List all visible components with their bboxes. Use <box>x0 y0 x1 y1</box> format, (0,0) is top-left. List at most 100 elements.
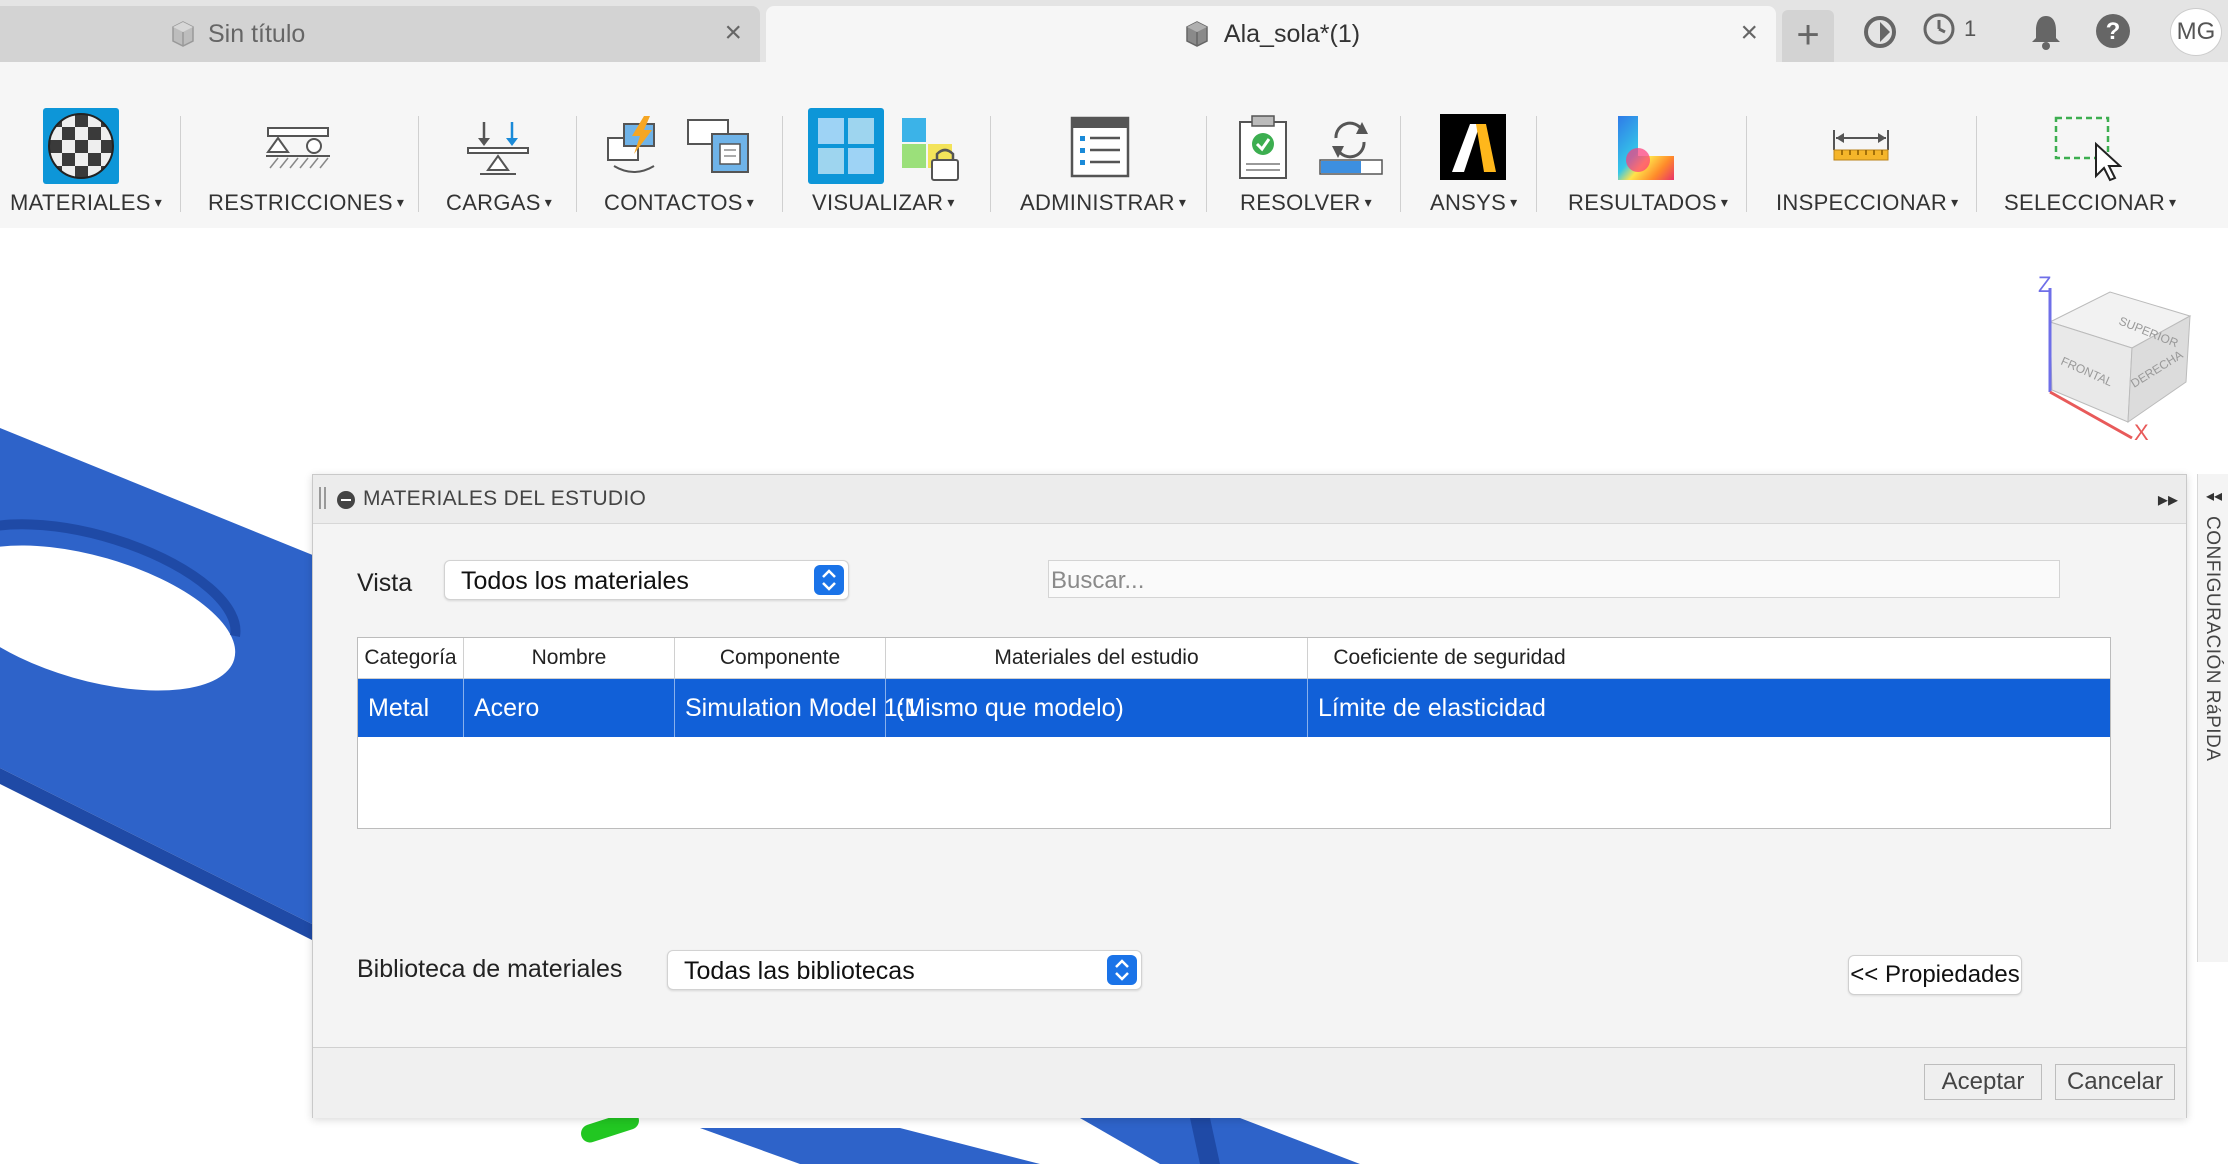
ribbon-divider <box>180 116 181 212</box>
select-stepper-icon <box>814 565 844 595</box>
ribbon-label[interactable]: RESTRICCIONES ▾ <box>208 190 404 216</box>
close-tab-icon[interactable]: × <box>724 18 742 48</box>
tab-title: Sin título <box>208 19 306 48</box>
material-sphere-icon[interactable] <box>43 108 119 184</box>
constraints-icon <box>266 127 330 169</box>
axis-x-label: X <box>2134 420 2149 442</box>
ribbon-label[interactable]: ANSYS ▾ <box>1430 190 1517 216</box>
ribbon-divider <box>1976 116 1977 212</box>
ribbon-label[interactable]: ADMINISTRAR ▾ <box>1020 190 1186 216</box>
user-avatar[interactable]: MG <box>2170 8 2222 56</box>
design-cube-icon <box>1186 21 1208 47</box>
job-count: 1 <box>1964 16 1977 41</box>
tab-title: Ala_sola*(1) <box>1223 19 1361 48</box>
select-icon <box>2054 116 2122 182</box>
ribbon-group-cargas[interactable]: CARGAS ▾ <box>420 62 576 228</box>
tab-bar: Sin título × Ala_sola*(1) × + 1 ? MG <box>0 0 2228 62</box>
pre-check-icon <box>1239 115 1287 179</box>
ribbon-divider <box>1206 116 1207 212</box>
quick-setup-panel[interactable]: ◂◂ CONFIGURACIÓN RáPIDA <box>2197 474 2228 962</box>
table-header: Categoría Nombre Componente Materiales d… <box>358 638 2110 679</box>
view-select[interactable]: Todos los materiales <box>444 560 849 600</box>
ribbon-label[interactable]: CARGAS ▾ <box>446 190 552 216</box>
quick-setup-label: CONFIGURACIÓN RáPIDA <box>2202 516 2223 762</box>
ribbon-divider <box>1746 116 1747 212</box>
sync-status-icon[interactable] <box>1860 12 1900 52</box>
toolbar-ribbon: MATERIALES ▾ RESTRICCIONES ▾ CARGAS ▾ CO… <box>0 62 2228 229</box>
results-icon <box>1618 116 1674 180</box>
ok-button[interactable]: Aceptar <box>1924 1064 2042 1100</box>
ribbon-label[interactable]: RESOLVER ▾ <box>1240 190 1372 216</box>
cancel-button[interactable]: Cancelar <box>2055 1064 2175 1100</box>
ribbon-group-contactos[interactable]: CONTACTOS ▾ <box>578 62 782 228</box>
column-header[interactable]: Materiales del estudio <box>886 638 1308 678</box>
table-cell[interactable]: Acero <box>464 679 675 737</box>
table-row[interactable]: Metal Acero Simulation Model 1:1 (Mismo … <box>358 679 2110 737</box>
expand-icon[interactable]: ▸▸ <box>2158 487 2178 512</box>
dialog-footer: Aceptar Cancelar <box>313 1047 2186 1118</box>
ribbon-divider <box>576 116 577 212</box>
library-label: Biblioteca de materiales <box>357 955 623 983</box>
tab-ala-sola[interactable]: Ala_sola*(1) × <box>766 6 1776 62</box>
column-header[interactable]: Categoría <box>358 638 464 678</box>
ribbon-group-administrar[interactable]: ADMINISTRAR ▾ <box>992 62 1206 228</box>
library-select-value: Todas las bibliotecas <box>684 957 915 985</box>
ribbon-label[interactable]: MATERIALES ▾ <box>10 190 162 216</box>
loads-icon <box>467 122 529 175</box>
search-input[interactable] <box>1048 560 2060 598</box>
design-cube-icon <box>172 21 194 47</box>
collapse-icon[interactable] <box>337 491 355 509</box>
materials-table: Categoría Nombre Componente Materiales d… <box>357 637 2111 829</box>
contacts-icon <box>607 116 655 173</box>
job-status[interactable]: 1 <box>1922 12 1976 46</box>
study-materials-dialog: MATERIALES DEL ESTUDIO ▸▸ Vista Todos lo… <box>312 474 2187 1118</box>
ribbon-group-ansys[interactable]: ANSYS ▾ <box>1402 62 1536 228</box>
measure-icon <box>1833 130 1889 161</box>
svg-text:?: ? <box>2106 18 2121 45</box>
select-stepper-icon <box>1107 955 1137 985</box>
view-label: Vista <box>357 569 413 597</box>
new-tab-button[interactable]: + <box>1782 10 1834 62</box>
notifications-bell-icon[interactable] <box>2028 12 2064 52</box>
ribbon-label[interactable]: CONTACTOS ▾ <box>604 190 754 216</box>
clock-icon <box>1923 13 1955 45</box>
dialog-header[interactable]: MATERIALES DEL ESTUDIO ▸▸ <box>313 475 2186 524</box>
library-select[interactable]: Todas las bibliotecas <box>667 950 1142 990</box>
table-cell[interactable]: Metal <box>358 679 464 737</box>
ansys-logo-icon <box>1440 114 1506 180</box>
ribbon-group-materiales[interactable]: MATERIALES ▾ <box>0 62 178 228</box>
ribbon-label[interactable]: SELECCIONAR ▾ <box>2004 190 2176 216</box>
ribbon-group-inspeccionar[interactable]: INSPECCIONAR ▾ <box>1748 62 1976 228</box>
view-select-value: Todos los materiales <box>461 567 689 595</box>
ribbon-divider <box>990 116 991 212</box>
axis-z-label: Z <box>2038 272 2051 297</box>
visibility-lock-icon <box>902 118 959 181</box>
ribbon-group-seleccionar[interactable]: SELECCIONAR ▾ <box>1978 62 2188 228</box>
column-header[interactable]: Nombre <box>464 638 675 678</box>
close-tab-icon[interactable]: × <box>1740 18 1758 48</box>
display-icon[interactable] <box>808 108 884 184</box>
ribbon-divider <box>1400 116 1401 212</box>
drag-handle[interactable] <box>319 487 326 509</box>
help-icon[interactable]: ? <box>2094 12 2132 50</box>
ribbon-label[interactable]: INSPECCIONAR ▾ <box>1776 190 1958 216</box>
contact-manager-icon <box>687 119 749 173</box>
ribbon-label[interactable]: RESULTADOS ▾ <box>1568 190 1728 216</box>
collapse-panel-icon[interactable]: ◂◂ <box>2206 486 2222 506</box>
ribbon-group-resultados[interactable]: RESULTADOS ▾ <box>1538 62 1746 228</box>
table-cell[interactable]: (Mismo que modelo) <box>886 679 1308 737</box>
properties-button[interactable]: << Propiedades <box>1848 955 2022 995</box>
ribbon-divider <box>418 116 419 212</box>
view-cube[interactable]: SUPERIOR FRONTAL DERECHA Z X <box>2020 272 2220 442</box>
dialog-title: MATERIALES DEL ESTUDIO <box>363 487 647 510</box>
table-cell[interactable]: Límite de elasticidad <box>1308 679 1591 737</box>
ribbon-label[interactable]: VISUALIZAR ▾ <box>812 190 955 216</box>
ribbon-group-resolver[interactable]: RESOLVER ▾ <box>1208 62 1400 228</box>
ribbon-group-restricciones[interactable]: RESTRICCIONES ▾ <box>182 62 418 228</box>
column-header[interactable]: Coeficiente de seguridad <box>1308 638 1591 678</box>
tab-sin-titulo[interactable]: Sin título × <box>0 6 760 62</box>
ribbon-group-visualizar[interactable]: VISUALIZAR ▾ <box>784 62 990 228</box>
table-cell[interactable]: Simulation Model 1:1 <box>675 679 918 737</box>
manage-icon <box>1070 116 1130 178</box>
column-header[interactable]: Componente <box>675 638 886 678</box>
